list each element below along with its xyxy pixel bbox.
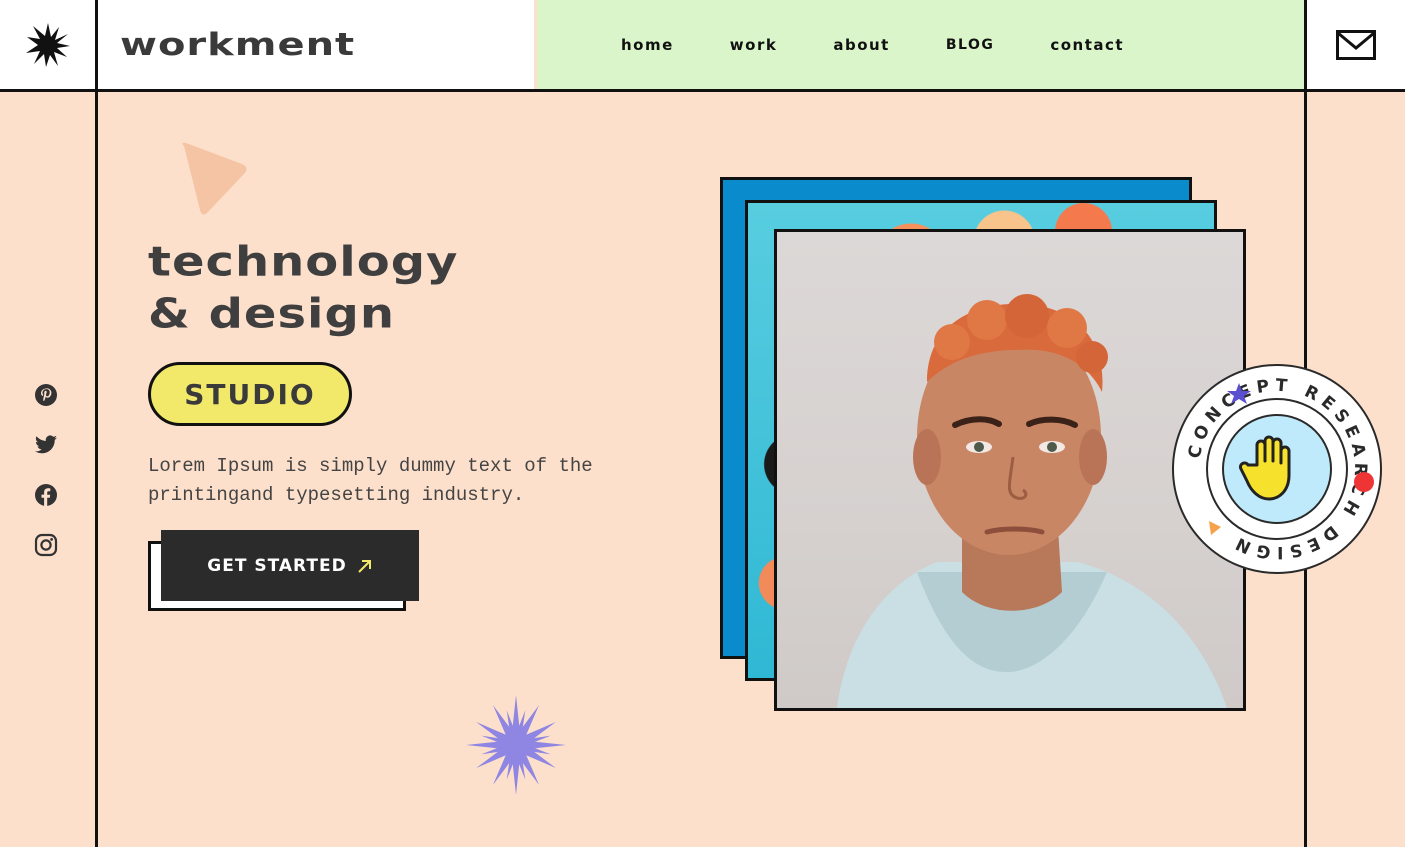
nav-contact[interactable]: contact (1050, 36, 1124, 54)
get-started-button[interactable]: GET STARTED (161, 530, 419, 601)
concept-research-design-badge: CONCEPT RESEARCH DESIGN (1172, 364, 1382, 574)
mail-icon (1336, 29, 1376, 60)
asterisk-logo-icon (25, 22, 70, 67)
nav-about[interactable]: about (833, 36, 890, 54)
get-started-label: GET STARTED (207, 555, 347, 576)
mail-button[interactable] (1307, 0, 1405, 89)
hero-description: Lorem Ipsum is simply dummy text of the … (148, 452, 648, 510)
brand-area: workment (98, 0, 534, 89)
pinterest-icon[interactable] (34, 383, 58, 407)
nav-home[interactable]: Home (621, 36, 674, 54)
nav-blog[interactable]: BLOG (946, 37, 995, 53)
headline-line-2: & design (148, 290, 396, 338)
twitter-icon[interactable] (34, 433, 58, 457)
facebook-icon[interactable] (34, 483, 58, 507)
starburst-decoration (466, 695, 566, 795)
social-links (34, 383, 58, 557)
hero-headline: technology & design (148, 240, 458, 344)
header-divider (0, 89, 1405, 92)
description-line-2: printingand typesetting industry. (148, 484, 525, 506)
nav-work[interactable]: work (730, 36, 778, 54)
instagram-icon[interactable] (34, 533, 58, 557)
arrow-up-right-icon (357, 559, 371, 573)
brand-name[interactable]: workment (120, 27, 355, 63)
red-dot (1354, 472, 1374, 492)
logo[interactable] (0, 0, 95, 89)
headline-line-1: technology (148, 238, 459, 286)
main-nav: Home work about BLOG contact (537, 0, 1304, 89)
description-line-1: Lorem Ipsum is simply dummy text of the (148, 455, 593, 477)
play-triangle-decoration (182, 142, 247, 215)
divider-left (95, 0, 98, 847)
studio-pill: STUDIO (148, 362, 352, 426)
